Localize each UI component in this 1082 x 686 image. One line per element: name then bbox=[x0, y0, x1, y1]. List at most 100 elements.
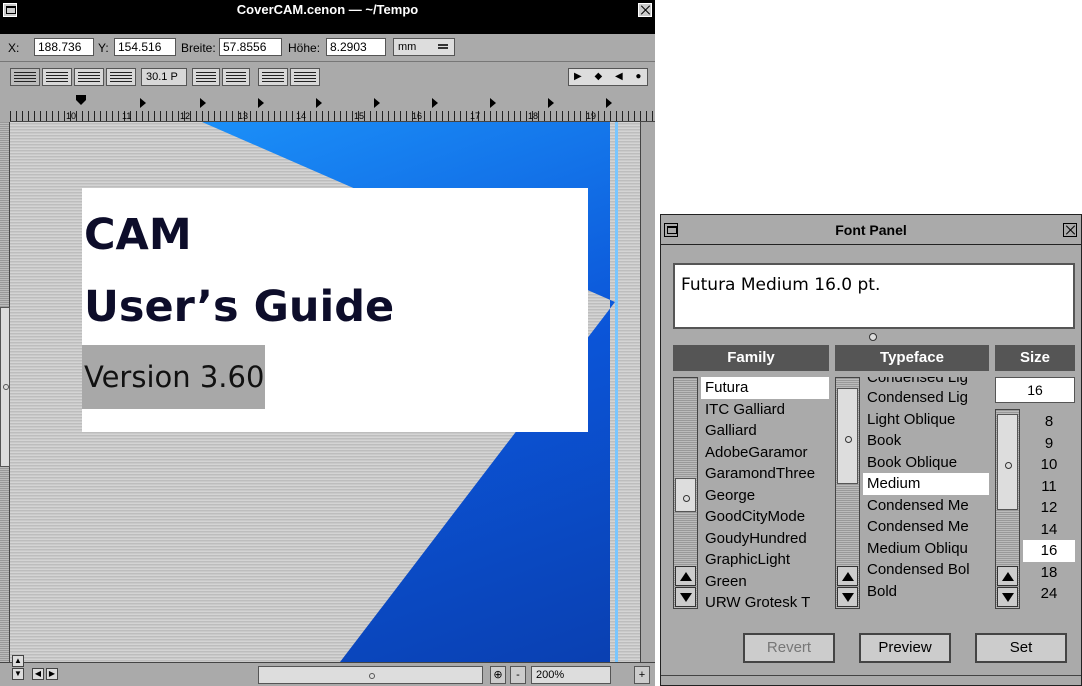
cover-heading-users-guide[interactable]: User’s Guide bbox=[84, 282, 394, 332]
family-item[interactable]: GoudyHundred bbox=[701, 528, 829, 550]
zoom-popup[interactable]: 200% bbox=[531, 666, 611, 684]
vertical-scrollbar[interactable] bbox=[0, 122, 10, 662]
tab-stop-icon[interactable] bbox=[316, 98, 322, 108]
scroll-up-icon[interactable] bbox=[837, 566, 858, 586]
scroll-left-icon[interactable]: ◀ bbox=[32, 668, 44, 680]
scroll-down-icon[interactable] bbox=[675, 587, 696, 607]
family-list[interactable]: Futura ITC Galliard Galliard AdobeGaramo… bbox=[673, 377, 829, 609]
typeface-item[interactable]: Medium Obliqu bbox=[863, 538, 989, 560]
tab-stop-icon[interactable] bbox=[490, 98, 496, 108]
family-item[interactable]: GraphicLight bbox=[701, 549, 829, 571]
scroll-down-icon[interactable] bbox=[837, 587, 858, 607]
tab-stop-icon[interactable] bbox=[548, 98, 554, 108]
scroll-up-icon[interactable] bbox=[675, 566, 696, 586]
title-text-box[interactable]: CAM User’s Guide Version 3.60 bbox=[82, 188, 588, 432]
revert-button[interactable]: Revert bbox=[743, 633, 835, 663]
size-item-selected[interactable]: 16 bbox=[1023, 540, 1075, 562]
expand-icon[interactable]: + bbox=[634, 666, 650, 684]
family-item[interactable]: Green bbox=[701, 571, 829, 593]
size-field[interactable]: 16 bbox=[995, 377, 1075, 403]
align-center-button[interactable] bbox=[42, 68, 72, 86]
family-item-selected[interactable]: Futura bbox=[701, 377, 829, 399]
typeface-item[interactable]: Bold bbox=[863, 581, 989, 603]
family-item[interactable]: Galliard bbox=[701, 420, 829, 442]
size-items[interactable]: 8 9 10 11 12 14 16 18 24 bbox=[1023, 411, 1075, 611]
set-button[interactable]: Set bbox=[975, 633, 1067, 663]
typeface-scrollbar[interactable] bbox=[835, 377, 860, 609]
y-field[interactable]: 154.516 bbox=[114, 38, 176, 56]
horizontal-ruler[interactable]: 10 11 12 13 14 15 16 17 18 19 bbox=[10, 92, 655, 122]
width-field[interactable]: 57.8556 bbox=[219, 38, 282, 56]
document-titlebar[interactable]: CoverCAM.cenon — ~/Tempo bbox=[0, 0, 655, 34]
size-item[interactable]: 12 bbox=[1023, 497, 1075, 519]
line-spacing-field[interactable]: 30.1 P bbox=[141, 68, 187, 86]
typeface-item-selected[interactable]: Medium bbox=[863, 473, 989, 495]
size-item[interactable]: 9 bbox=[1023, 433, 1075, 455]
tab-stop-icon[interactable] bbox=[374, 98, 380, 108]
family-item[interactable]: URW Grotesk T bbox=[701, 592, 829, 609]
typeface-item[interactable]: Condensed Me bbox=[863, 516, 989, 538]
size-list[interactable]: 8 9 10 11 12 14 16 18 24 bbox=[995, 409, 1075, 611]
size-item[interactable]: 10 bbox=[1023, 454, 1075, 476]
family-item[interactable]: GaramondThree bbox=[701, 463, 829, 485]
unit-popup-button[interactable]: mm bbox=[393, 38, 455, 56]
lock-button-2[interactable] bbox=[290, 68, 320, 86]
tab-stop-icon[interactable] bbox=[140, 98, 146, 108]
typeface-list[interactable]: Condensed Lig Condensed Lig Light Obliqu… bbox=[835, 377, 989, 609]
scroll-up-icon[interactable] bbox=[997, 566, 1018, 586]
zoom-in-icon[interactable]: ⊕ bbox=[490, 666, 506, 684]
close-icon[interactable] bbox=[638, 3, 652, 17]
typeface-item[interactable]: Condensed Bol bbox=[863, 559, 989, 581]
x-field[interactable]: 188.736 bbox=[34, 38, 94, 56]
font-panel-titlebar[interactable]: Font Panel bbox=[661, 215, 1081, 245]
family-item[interactable]: ITC Galliard bbox=[701, 399, 829, 421]
align-right-button[interactable] bbox=[106, 68, 136, 86]
family-item[interactable]: AdobeGaramor bbox=[701, 442, 829, 464]
document-canvas[interactable]: CAM User’s Guide Version 3.60 bbox=[10, 122, 640, 662]
align-left-button[interactable] bbox=[10, 68, 40, 86]
size-item[interactable]: 11 bbox=[1023, 476, 1075, 498]
splitter-handle-icon[interactable] bbox=[869, 333, 877, 341]
typeface-item[interactable]: Condensed Lig bbox=[863, 377, 989, 387]
size-item[interactable]: 18 bbox=[1023, 562, 1075, 584]
line-height-button[interactable] bbox=[192, 68, 220, 86]
tab-stop-icon[interactable] bbox=[606, 98, 612, 108]
paragraph-spacing-button[interactable] bbox=[222, 68, 250, 86]
size-item[interactable]: 24 bbox=[1023, 583, 1075, 605]
preview-button[interactable]: Preview bbox=[859, 633, 951, 663]
typeface-scroll-thumb[interactable] bbox=[837, 388, 858, 484]
family-scroll-thumb[interactable] bbox=[675, 478, 696, 512]
cover-heading-cam[interactable]: CAM bbox=[84, 210, 192, 260]
align-justify-button[interactable] bbox=[74, 68, 104, 86]
tab-stop-icon[interactable] bbox=[432, 98, 438, 108]
typeface-item[interactable]: Light Oblique bbox=[863, 409, 989, 431]
horizontal-scroll-thumb[interactable] bbox=[258, 666, 483, 684]
tab-stop-icon[interactable] bbox=[200, 98, 206, 108]
typeface-item[interactable]: Condensed Me bbox=[863, 495, 989, 517]
size-item[interactable]: 8 bbox=[1023, 411, 1075, 433]
family-items[interactable]: Futura ITC Galliard Galliard AdobeGaramo… bbox=[701, 377, 829, 609]
tab-stop-icon[interactable] bbox=[258, 98, 264, 108]
typeface-item[interactable]: Condensed Lig bbox=[863, 387, 989, 409]
typeface-item[interactable]: Book bbox=[863, 430, 989, 452]
tab-stop-controls[interactable]: ▶ ◆ ◀ ● bbox=[568, 68, 648, 86]
scroll-up-icon[interactable]: ▲ bbox=[12, 655, 24, 667]
cover-version-text[interactable]: Version 3.60 bbox=[82, 345, 265, 409]
miniaturize-icon[interactable] bbox=[664, 223, 678, 237]
size-scroll-thumb[interactable] bbox=[997, 414, 1018, 510]
lock-button-1[interactable] bbox=[258, 68, 288, 86]
close-icon[interactable] bbox=[1063, 223, 1077, 237]
scroll-right-icon[interactable]: ▶ bbox=[46, 668, 58, 680]
size-item[interactable]: 14 bbox=[1023, 519, 1075, 541]
typeface-item[interactable]: Book Oblique bbox=[863, 452, 989, 474]
zoom-out-icon[interactable]: - bbox=[510, 666, 526, 684]
family-item[interactable]: GoodCityMode bbox=[701, 506, 829, 528]
scroll-down-icon[interactable] bbox=[997, 587, 1018, 607]
scroll-down-icon[interactable]: ▼ bbox=[12, 668, 24, 680]
typeface-items[interactable]: Condensed Lig Condensed Lig Light Obliqu… bbox=[863, 377, 989, 609]
family-scrollbar[interactable] bbox=[673, 377, 698, 609]
size-scrollbar[interactable] bbox=[995, 409, 1020, 609]
vertical-scroll-thumb[interactable] bbox=[0, 307, 10, 467]
indent-marker-icon[interactable] bbox=[76, 95, 86, 105]
height-field[interactable]: 8.2903 bbox=[326, 38, 386, 56]
